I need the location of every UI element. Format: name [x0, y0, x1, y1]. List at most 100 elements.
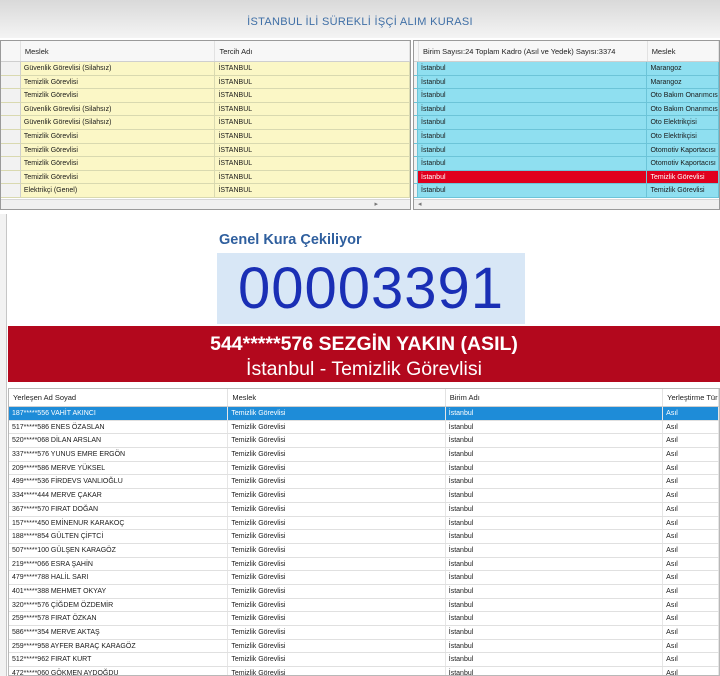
table-row[interactable]: 188*****854 GÜLTEN ÇİFTCİ Temizlik Görevl…	[9, 530, 719, 544]
table-row[interactable]: Güvenlik Görevlisi (Silahsız) İSTANBUL	[1, 116, 410, 130]
table-cell: Temizlik Görevlisi	[647, 184, 719, 197]
column-header-yerlestirme-turu[interactable]: Yerleştirme Türü	[663, 389, 719, 406]
units-grid[interactable]: Birim Sayısı:24 Toplam Kadro (Asıl ve Ye…	[413, 40, 720, 210]
table-cell: Otomotiv Kaportacısı	[647, 157, 719, 170]
table-cell: 334*****444 MERVE ÇAKAR	[9, 489, 229, 502]
table-row[interactable]: 157*****450 EMİNENUR KARAKOÇ Temizlik Gör…	[9, 516, 719, 531]
table-cell: İstanbul	[446, 667, 664, 675]
scroll-left-icon[interactable]: ◂	[418, 200, 422, 208]
table-row[interactable]: 507*****100 GÜLŞEN KARAGÖZ Temizlik Görev…	[9, 543, 719, 558]
table-row[interactable]: İstanbul Temizlik Görevlisi	[414, 184, 719, 198]
table-cell: 187*****556 VAHİT AKINCI	[9, 407, 229, 420]
table-row[interactable]: 520*****068 DİLAN ARSLAN Temizlik Görevli…	[9, 434, 719, 449]
table-cell: İSTANBUL	[215, 143, 410, 157]
table-cell: İSTANBUL	[215, 184, 410, 197]
table-row[interactable]: 479*****788 HALİL SARI Temizlik Görevlisi…	[9, 571, 719, 585]
row-header-cell[interactable]	[1, 102, 21, 116]
table-row[interactable]: Temizlik Görevlisi İSTANBUL	[1, 75, 410, 90]
table-cell: 337*****576 YUNUS EMRE ERGÖN	[9, 448, 229, 461]
row-header-cell[interactable]	[1, 75, 21, 89]
table-row[interactable]: Temizlik Görevlisi İSTANBUL	[1, 170, 410, 185]
horizontal-scrollbar[interactable]: ▸	[1, 199, 410, 209]
table-row[interactable]: 259*****578 FIRAT ÖZKAN Temizlik Görevlis…	[9, 612, 719, 626]
column-header-ad-soyad[interactable]: Yerleşen Ad Soyad	[9, 389, 229, 406]
table-cell: 517*****586 ENES ÖZASLAN	[9, 420, 229, 434]
table-row[interactable]: 337*****576 YUNUS EMRE ERGÖN Temizlik Gör…	[9, 448, 719, 462]
table-row[interactable]: İstanbul Otomotiv Kaportacısı	[414, 157, 719, 171]
table-row[interactable]: Güvenlik Görevlisi (Silahsız) İSTANBUL	[1, 102, 410, 117]
table-row[interactable]: Temizlik Görevlisi İSTANBUL	[1, 143, 410, 158]
table-cell: Asıl	[663, 516, 719, 530]
row-header-cell[interactable]	[1, 184, 21, 197]
column-header-birim[interactable]: Birim Sayısı:24 Toplam Kadro (Asıl ve Ye…	[419, 41, 648, 61]
table-row[interactable]: 499*****536 FİRDEVS VANLIOĞLU Temizlik Gö…	[9, 475, 719, 490]
table-row[interactable]: İstanbul Marangoz	[414, 62, 719, 76]
table-row[interactable]: 320*****576 ÇİĞDEM ÖZDEMİR Temizlik Görev…	[9, 598, 719, 613]
table-cell: Temizlik Görevlisi	[228, 571, 446, 584]
row-header-cell[interactable]	[1, 157, 21, 170]
row-header-cell[interactable]	[1, 170, 21, 184]
table-row[interactable]: İstanbul Temizlik Görevlisi	[414, 170, 719, 185]
table-cell: İstanbul	[418, 157, 648, 170]
table-cell: İstanbul	[418, 184, 648, 197]
table-cell: İstanbul	[446, 543, 664, 557]
table-cell: Temizlik Görevlisi	[228, 653, 446, 667]
table-cell: İstanbul	[446, 653, 664, 667]
table-row[interactable]: 401*****388 MEHMET OKYAY Temizlik Görevli…	[9, 584, 719, 599]
table-row[interactable]: 259*****958 AYFER BARAÇ KARAGÖZ Temizlik …	[9, 639, 719, 654]
results-grid[interactable]: Yerleşen Ad Soyad Meslek Birim Adı Yerle…	[8, 388, 720, 676]
table-cell: 520*****068 DİLAN ARSLAN	[9, 434, 229, 448]
table-row[interactable]: 512*****962 FIRAT KURT Temizlik Görevlisi…	[9, 653, 719, 668]
table-cell: İstanbul	[418, 170, 648, 184]
column-header-meslek[interactable]: Meslek	[21, 41, 216, 61]
preferences-grid[interactable]: Meslek Tercih Adı Güvenlik Görevlisi (Si…	[0, 40, 411, 210]
row-header-cell[interactable]	[1, 143, 21, 157]
table-row[interactable]: Elektrikçi (Genel) İSTANBUL	[1, 184, 410, 198]
table-row[interactable]: İstanbul Oto Elektrikçisi	[414, 116, 719, 130]
table-cell: Güvenlik Görevlisi (Silahsız)	[21, 102, 216, 116]
table-row[interactable]: 187*****556 VAHİT AKINCI Temizlik Görevli…	[9, 407, 719, 421]
table-row[interactable]: 334*****444 MERVE ÇAKAR Temizlik Görevlis…	[9, 489, 719, 503]
table-row[interactable]: 586*****354 MERVE AKTAŞ Temizlik Görevlis…	[9, 626, 719, 640]
table-cell: Asıl	[663, 502, 719, 516]
row-header-cell[interactable]	[1, 62, 21, 75]
table-row[interactable]: İstanbulOto Bakım Onarımcısı (Ot	[414, 102, 719, 117]
row-header-cell[interactable]	[1, 89, 21, 102]
table-row[interactable]: 209*****586 MERVE YÜKSEL Temizlik Görevli…	[9, 461, 719, 476]
table-row[interactable]: Temizlik Görevlisi İSTANBUL	[1, 89, 410, 103]
table-cell: İstanbul	[446, 516, 664, 530]
table-cell: Marangoz	[647, 75, 719, 89]
table-row[interactable]: İstanbul Marangoz	[414, 75, 719, 90]
table-row[interactable]: 472*****060 GÖKMEN AYDOĞDU Temizlik Görev…	[9, 667, 719, 675]
table-row[interactable]: Güvenlik Görevlisi (Silahsız) İSTANBUL	[1, 62, 410, 76]
table-row[interactable]: İstanbul Otomotiv Kaportacısı	[414, 143, 719, 158]
table-row[interactable]: İstanbulOto Bakım Onarımcısı (Ot	[414, 89, 719, 103]
row-header-cell[interactable]	[1, 116, 21, 129]
table-cell: 259*****578 FIRAT ÖZKAN	[9, 612, 229, 625]
table-cell: İstanbul	[446, 612, 664, 625]
table-cell: İSTANBUL	[215, 170, 410, 184]
table-cell: Otomotiv Kaportacısı	[647, 143, 719, 157]
column-header-birim-adi[interactable]: Birim Adı	[446, 389, 664, 406]
table-cell: İstanbul	[446, 639, 664, 653]
scroll-right-icon[interactable]: ▸	[374, 200, 378, 208]
column-header-meslek[interactable]: Meslek	[228, 389, 446, 406]
table-cell: 219*****066 ESRA ŞAHİN	[9, 557, 229, 571]
table-cell: İSTANBUL	[215, 129, 410, 143]
table-row[interactable]: 219*****066 ESRA ŞAHİN Temizlik Görevlisi…	[9, 557, 719, 572]
table-cell: Temizlik Görevlisi	[228, 530, 446, 543]
column-header-tercih-adi[interactable]: Tercih Adı	[215, 41, 410, 61]
table-row[interactable]: 367*****570 FIRAT DOĞAN Temizlik Görevlis…	[9, 502, 719, 517]
table-cell: Oto Elektrikçisi	[647, 129, 719, 143]
table-cell: İstanbul	[418, 143, 648, 157]
table-cell: Asıl	[663, 407, 719, 420]
table-row[interactable]: Temizlik Görevlisi İSTANBUL	[1, 157, 410, 171]
table-row[interactable]: 517*****586 ENES ÖZASLAN Temizlik Görevli…	[9, 420, 719, 435]
column-header-meslek[interactable]: Meslek	[648, 41, 719, 61]
units-grid-body: İstanbul Marangoz İstanbul Marangoz İstanbul…	[414, 62, 719, 198]
table-row[interactable]: İstanbul Oto Elektrikçisi	[414, 129, 719, 144]
table-row[interactable]: Temizlik Görevlisi İSTANBUL	[1, 129, 410, 144]
horizontal-scrollbar[interactable]: ◂	[414, 199, 719, 209]
row-header-cell[interactable]	[1, 129, 21, 143]
table-cell: Asıl	[663, 584, 719, 598]
